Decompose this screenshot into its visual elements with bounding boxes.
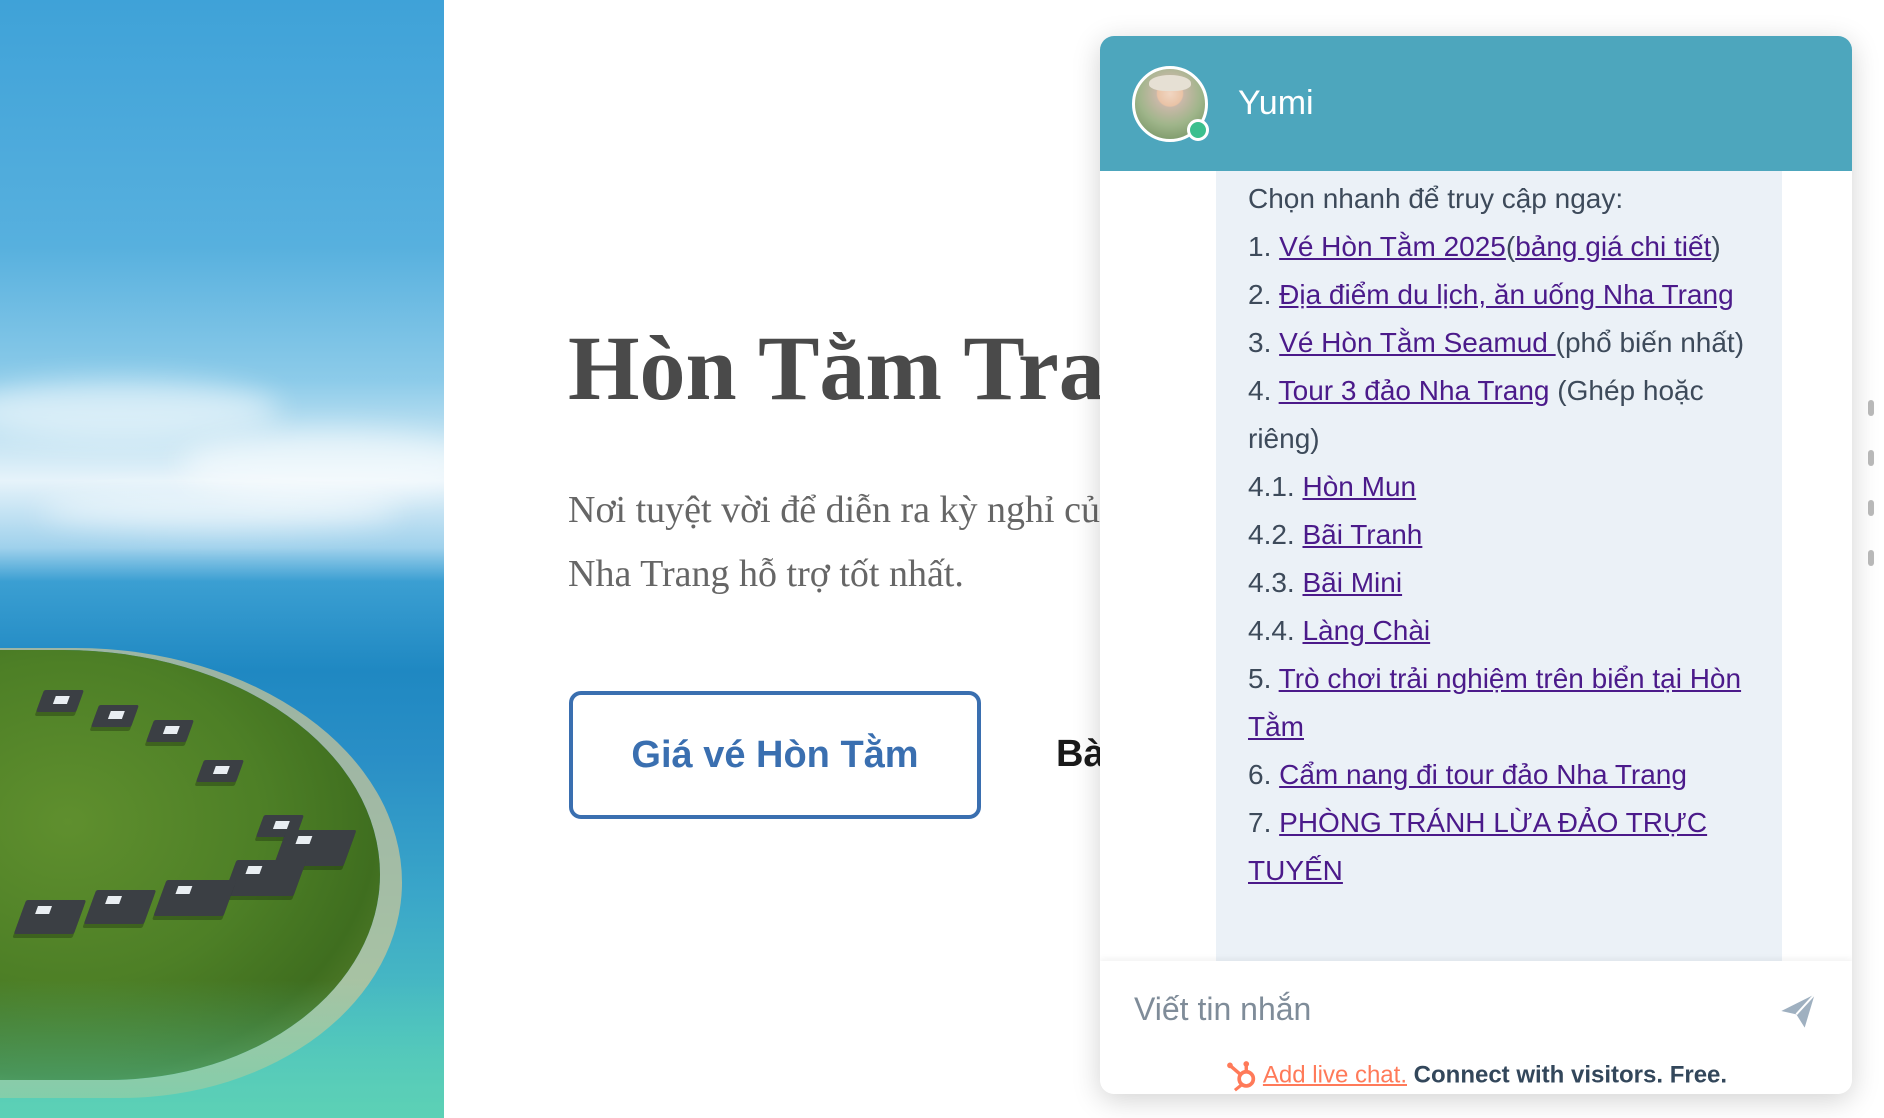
side-pagination-dots [1868, 400, 1876, 600]
link-bai-mini[interactable]: Bãi Mini [1302, 567, 1402, 598]
link-lang-chai[interactable]: Làng Chài [1302, 615, 1430, 646]
chat-messages[interactable]: Chọn nhanh để truy cập ngay: 1. Vé Hòn T… [1100, 171, 1852, 961]
link-ve-hon-tam-2025[interactable]: Vé Hòn Tằm 2025 [1279, 231, 1506, 262]
hubspot-sprocket-icon [1225, 1059, 1259, 1093]
online-status-icon [1187, 118, 1209, 141]
list-item: 4. Tour 3 đảo Nha Trang (Ghép hoặc riêng… [1248, 375, 1704, 454]
hero-description: Nơi tuyệt vời để diễn ra kỳ nghỉ củ Nha … [568, 489, 1100, 595]
link-phong-tranh-lua-dao[interactable]: PHÒNG TRÁNH LỪA ĐẢO TRỰC TUYẾN [1248, 807, 1707, 886]
list-item: 3. Vé Hòn Tằm Seamud (phổ biến nhất) [1248, 327, 1745, 358]
list-item: 4.1. Hòn Mun [1248, 471, 1417, 502]
chat-header: Yumi [1100, 36, 1852, 171]
bot-message-bubble: Chọn nhanh để truy cập ngay: 1. Vé Hòn T… [1216, 171, 1782, 961]
link-dia-diem[interactable]: Địa điểm du lịch, ăn uống Nha Trang [1279, 279, 1734, 310]
agent-name: Yumi [1238, 84, 1314, 122]
agent-avatar [1132, 65, 1209, 142]
ticket-price-button[interactable]: Giá vé Hòn Tằm [569, 691, 981, 819]
page-title: Hòn Tằm Trav [568, 317, 1151, 419]
list-item: 4.2. Bãi Tranh [1248, 519, 1423, 550]
link-seamud[interactable]: Vé Hòn Tằm Seamud [1279, 327, 1556, 358]
powered-by: Add live chat. Connect with visitors. Fr… [1100, 1059, 1852, 1093]
message-input[interactable] [1132, 981, 1756, 1037]
hero-island-image [0, 0, 444, 1118]
send-icon[interactable] [1778, 991, 1818, 1031]
link-bai-tranh[interactable]: Bãi Tranh [1302, 519, 1422, 550]
list-item: 6. Cẩm nang đi tour đảo Nha Trang [1248, 759, 1687, 790]
message-intro: Chọn nhanh để truy cập ngay: [1248, 183, 1624, 214]
link-tour-3-dao[interactable]: Tour 3 đảo Nha Trang [1279, 375, 1550, 406]
list-item: 7. PHÒNG TRÁNH LỪA ĐẢO TRỰC TUYẾN [1248, 807, 1708, 886]
list-item: 2. Địa điểm du lịch, ăn uống Nha Trang [1248, 279, 1734, 310]
chat-widget: Yumi Chọn nhanh để truy cập ngay: 1. Vé … [1100, 36, 1852, 1094]
powered-tagline: Connect with visitors. Free. [1413, 1061, 1728, 1089]
link-hon-mun[interactable]: Hòn Mun [1302, 471, 1416, 502]
add-live-chat-link[interactable]: Add live chat. [1263, 1061, 1407, 1088]
list-item: 4.4. Làng Chài [1248, 615, 1431, 646]
link-bang-gia[interactable]: bảng giá chi tiết [1515, 231, 1711, 262]
link-tro-choi[interactable]: Trò chơi trải nghiệm trên biển tại Hòn T… [1248, 663, 1741, 742]
link-cam-nang[interactable]: Cẩm nang đi tour đảo Nha Trang [1279, 759, 1687, 790]
list-item: 4.3. Bãi Mini [1248, 567, 1403, 598]
secondary-hero-link[interactable]: Bà [1056, 733, 1105, 776]
chat-composer: Add live chat. Connect with visitors. Fr… [1100, 961, 1852, 1094]
list-item: 5. Trò chơi trải nghiệm trên biển tại Hò… [1248, 663, 1742, 742]
list-item: 1. Vé Hòn Tằm 2025(bảng giá chi tiết) [1248, 231, 1721, 262]
